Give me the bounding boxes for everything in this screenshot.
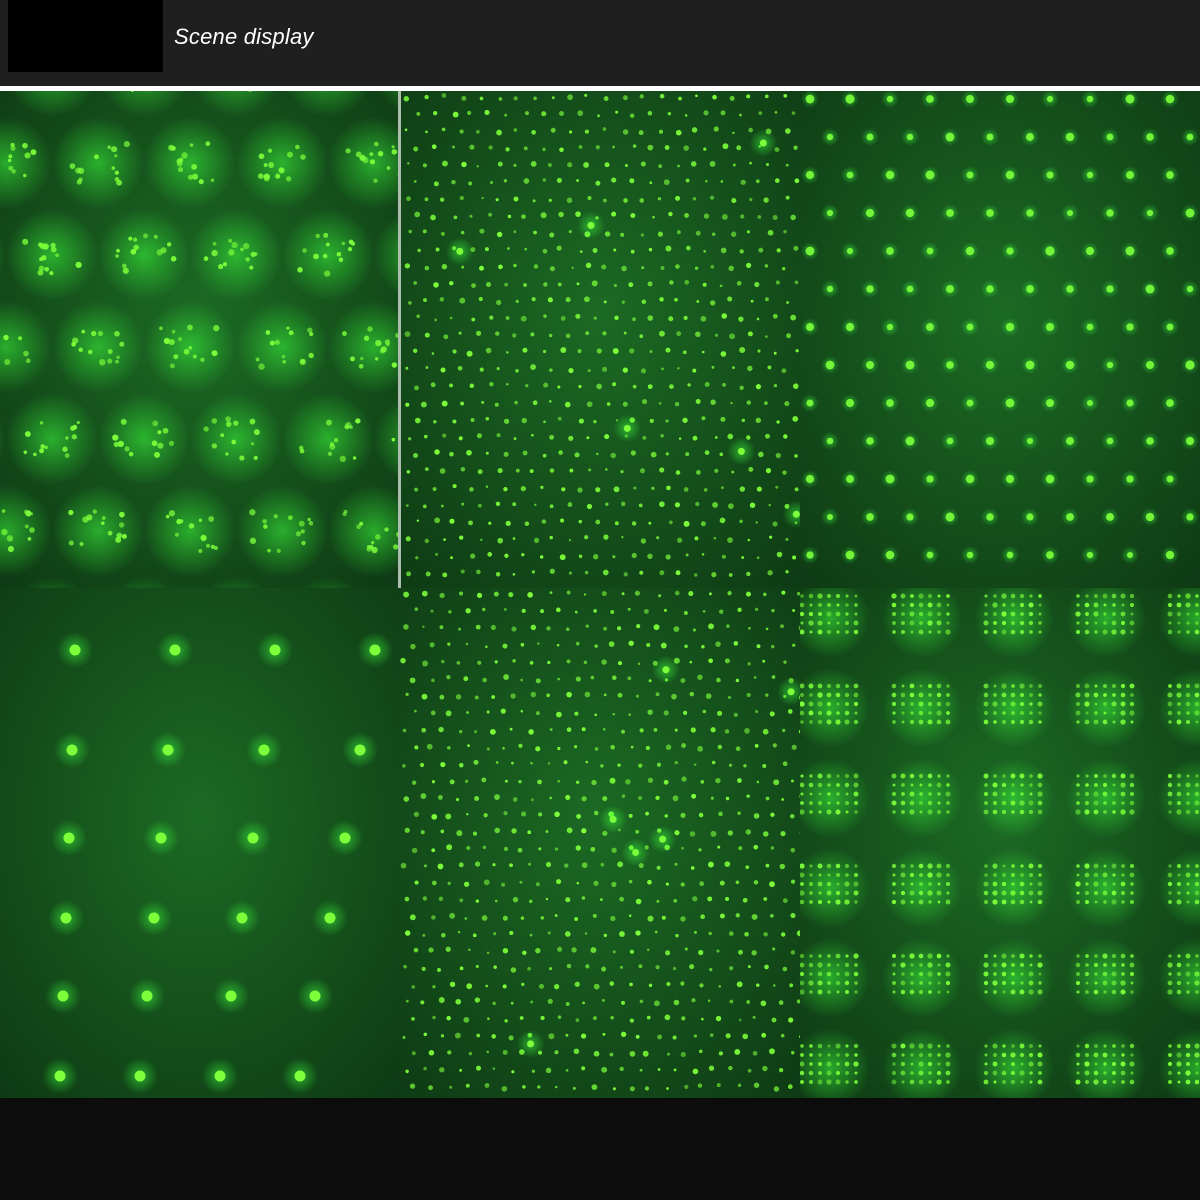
- laser-pattern-panel-1: [0, 91, 398, 588]
- laser-pattern-panel-3: [800, 91, 1200, 588]
- panel-divider: [398, 91, 401, 588]
- footer-bar: [0, 1098, 1200, 1200]
- laser-pattern-panel-5: [398, 588, 800, 1098]
- laser-pattern-panel-2: [401, 91, 800, 588]
- laser-pattern-panel-6: [800, 588, 1200, 1098]
- page-title: Scene display: [174, 24, 314, 49]
- header-bar: Scene display: [0, 0, 1200, 86]
- header-logo-block: [8, 0, 163, 72]
- laser-pattern-panel-4: [0, 588, 398, 1098]
